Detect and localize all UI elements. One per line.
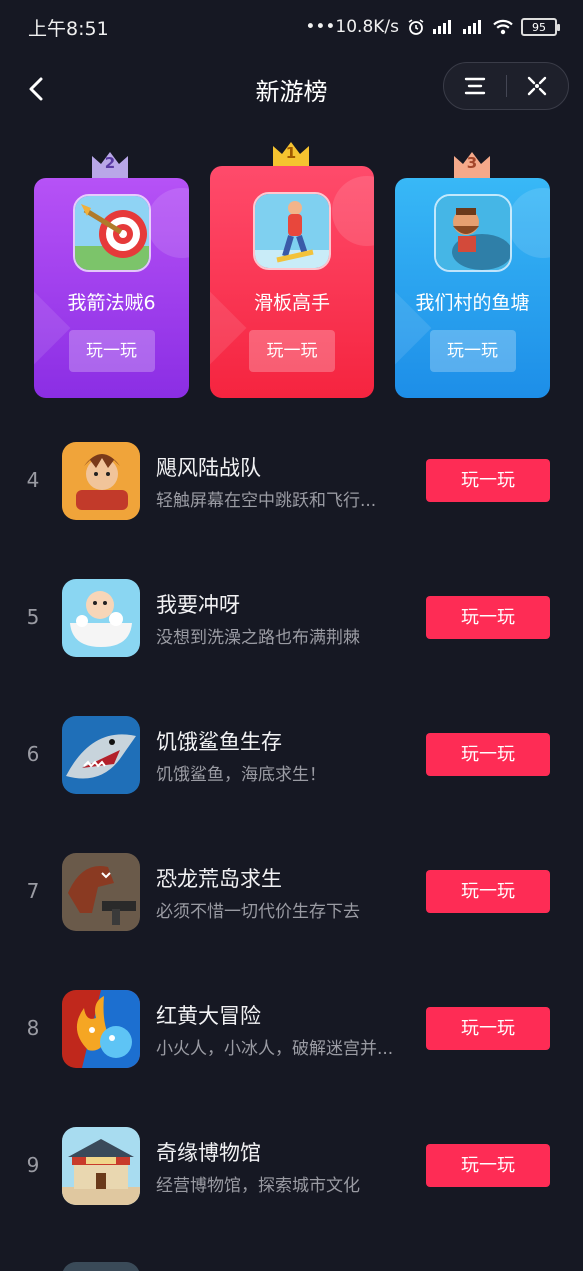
status-time: 上午8:51 [28,17,109,40]
game-icon-archery [72,194,151,272]
list-item[interactable]: 9 奇缘博物馆 经营博物馆，探索城市文化 玩一玩 [0,1097,583,1234]
rank-number: 9 [26,1153,40,1177]
mini-program-capsule [443,62,569,110]
rank-number: 6 [26,742,40,766]
game-description: 轻触屏幕在空中跳跃和飞行... [156,491,377,511]
top-card-rank-3[interactable]: 我们村的鱼塘 玩一玩 [395,178,550,398]
rank-number: 5 [26,605,40,629]
card-decoration [332,176,374,246]
game-icon-hungry-shark [62,716,140,794]
alarm-icon [408,19,424,35]
top-card-rank-1[interactable]: 滑板高手 玩一玩 [210,166,374,398]
list-item[interactable]: 7 恐龙荒岛求生 必须不惜一切代价生存下去 玩一玩 [0,823,583,960]
list-item[interactable]: 5 我要冲呀 没想到洗澡之路也布满荆棘 玩一玩 [0,549,583,686]
menu-button[interactable] [444,63,506,109]
top-card-rank-2[interactable]: 我箭法贼6 玩一玩 [34,178,189,398]
game-description: 经营博物馆，探索城市文化 [156,1176,360,1196]
game-name: 恐龙荒岛求生 [156,867,282,891]
rank-number: 7 [26,879,40,903]
top-game-name: 滑板高手 [253,292,330,314]
rank-badge-3: 3 [466,154,478,172]
list-item[interactable]: 8 红黄大冒险 小火人，小冰人，破解迷宫并... 玩一玩 [0,960,583,1097]
close-button[interactable] [507,63,569,109]
network-speed: •••10.8K/s [305,17,399,37]
game-name: 飓风陆战队 [156,456,261,480]
play-button[interactable]: 玩一玩 [429,330,516,372]
game-description: 没想到洗澡之路也布满荆棘 [156,628,360,648]
game-icon-hurricane-squad [62,442,140,520]
play-button[interactable]: 玩一玩 [426,870,550,913]
top-three-podium: 2 我箭法贼6 玩一玩 1 滑板高手 玩一玩 3 我们村的鱼塘 玩一玩 [0,140,583,402]
game-icon-skateboard [253,192,331,270]
top-game-name: 我箭法贼6 [67,292,156,314]
play-button[interactable]: 玩一玩 [249,330,335,372]
nav-bar: 新游榜 [0,58,583,120]
status-indicators: •••10.8K/s 95 [305,17,560,37]
rank-badge-2: 2 [104,154,116,172]
card-decoration [508,188,550,258]
rank-badge-1: 1 [285,144,297,162]
play-button[interactable]: 玩一玩 [426,459,550,502]
game-description: 饥饿鲨鱼，海底求生！ [156,765,326,785]
play-button[interactable]: 玩一玩 [68,330,155,372]
close-icon [528,76,547,96]
play-button[interactable]: 玩一玩 [426,596,550,639]
game-name: 我要冲呀 [156,593,240,617]
rank-number: 8 [26,1016,40,1040]
game-description: 必须不惜一切代价生存下去 [156,902,360,922]
play-button[interactable]: 玩一玩 [426,1144,550,1187]
top-game-name: 我们村的鱼塘 [415,292,530,314]
game-name: 奇缘博物馆 [156,1141,261,1165]
rank-number: 4 [26,468,40,492]
card-decoration [147,188,189,258]
game-icon-fire-ice [62,990,140,1068]
game-icon-museum [62,1127,140,1205]
game-name: 红黄大冒险 [156,1004,261,1028]
game-icon-dinosaur [62,853,140,931]
game-description: 小火人，小冰人，破解迷宫并... [156,1039,394,1059]
status-bar: 上午8:51 •••10.8K/s 95 [0,0,583,54]
list-item[interactable]: 4 飓风陆战队 轻触屏幕在空中跳跃和飞行... 玩一玩 [0,412,583,549]
menu-icon [464,77,485,95]
battery-icon: 95 [521,18,560,36]
next-item-peek [62,1262,140,1271]
signal-icon [433,20,455,34]
list-item[interactable]: 6 饥饿鲨鱼生存 饥饿鲨鱼，海底求生！ 玩一玩 [0,686,583,823]
signal-icon-2 [463,20,485,34]
game-icon-fishpond [433,194,512,272]
play-button[interactable]: 玩一玩 [426,1007,550,1050]
play-button[interactable]: 玩一玩 [426,733,550,776]
game-icon-bath-baby [62,579,140,657]
wifi-icon [493,19,513,35]
game-name: 饥饿鲨鱼生存 [156,730,282,754]
